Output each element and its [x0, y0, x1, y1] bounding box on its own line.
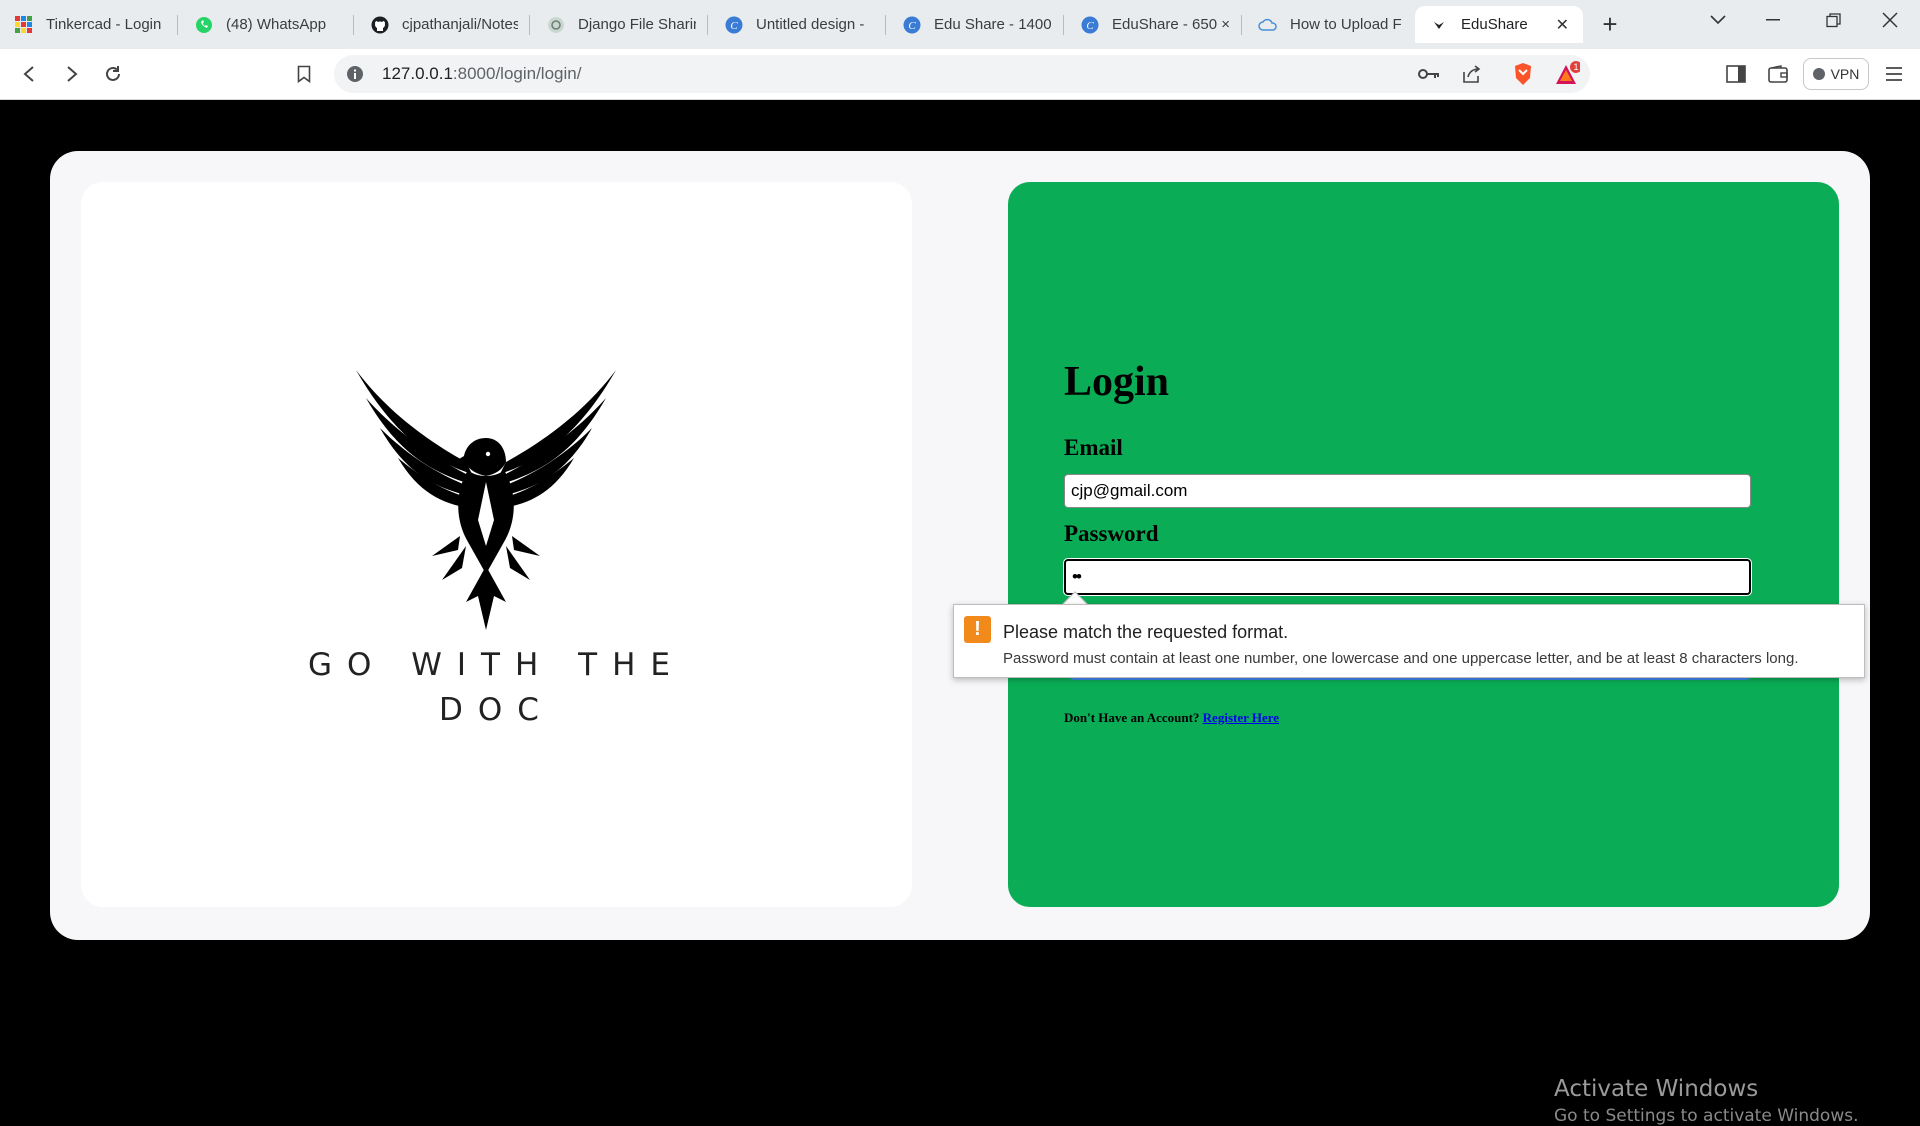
login-card: GO WITH THE DOC Login Email cjp@gmail.co…: [50, 151, 1870, 940]
svg-text:C: C: [1086, 20, 1094, 32]
svg-text:C: C: [908, 20, 916, 32]
password-field[interactable]: ••: [1063, 558, 1752, 596]
warning-icon: !: [964, 616, 991, 643]
url-host: 127.0.0.1: [382, 64, 453, 83]
key-icon[interactable]: [1416, 61, 1442, 87]
reload-icon[interactable]: [98, 59, 128, 89]
restore-icon[interactable]: [1803, 0, 1863, 40]
validation-title: Please match the requested format.: [1003, 622, 1289, 642]
back-icon[interactable]: [14, 59, 44, 89]
tab-title: EduShare: [1461, 16, 1528, 33]
logo-text-line1: GO WITH THE: [307, 647, 685, 683]
register-prompt: Don't Have an Account? Register Here: [1064, 710, 1279, 726]
tab-search-icon[interactable]: [1688, 0, 1748, 40]
vpn-status-icon: [1812, 68, 1825, 80]
chatgpt-icon: [546, 15, 566, 35]
tab-title: Untitled design -: [756, 16, 865, 33]
tab-title: Edu Share - 1400: [934, 16, 1052, 33]
url-text: 127.0.0.1:8000/login/login/: [382, 64, 581, 84]
tab-chatgpt[interactable]: Django File Sharin: [532, 6, 708, 43]
vpn-button[interactable]: VPN: [1803, 58, 1869, 90]
rewards-badge-count: 1: [1573, 62, 1578, 72]
page-viewport: GO WITH THE DOC Login Email cjp@gmail.co…: [0, 101, 1920, 1126]
address-bar[interactable]: 127.0.0.1:8000/login/login/: [334, 55, 1590, 93]
brave-shield-icon[interactable]: [1510, 61, 1536, 87]
watermark-line2: Go to Settings to activate Windows.: [1554, 1106, 1859, 1126]
svg-text:C: C: [730, 20, 738, 32]
tab-tinkercad[interactable]: Tinkercad - Login: [0, 6, 178, 43]
tab-title: Tinkercad - Login: [46, 16, 162, 33]
cloud-icon: [1258, 15, 1278, 35]
tab-github[interactable]: cjpathanjali/Notes: [356, 6, 530, 43]
edushare-icon: [1429, 15, 1449, 35]
register-link[interactable]: Register Here: [1203, 710, 1279, 725]
canva-icon: C: [902, 15, 922, 35]
tab-title: How to Upload Fil: [1290, 16, 1402, 33]
password-label: Password: [1064, 521, 1159, 546]
url-path: :8000/login/login/: [452, 64, 582, 83]
tab-title: cjpathanjali/Notes: [402, 16, 518, 33]
validation-tooltip: ! Please match the requested format. Pas…: [953, 604, 1865, 678]
vpn-label: VPN: [1830, 66, 1860, 82]
logo-text-line2: DOC: [439, 692, 554, 728]
forward-icon[interactable]: [57, 59, 87, 89]
windows-activation-watermark: Activate Windows Go to Settings to activ…: [1554, 1076, 1859, 1126]
brave-rewards-icon[interactable]: 1: [1554, 61, 1580, 87]
canva-icon: C: [1080, 15, 1100, 35]
email-label: Email: [1064, 435, 1123, 460]
github-icon: [370, 15, 390, 35]
tab-edushare-active[interactable]: EduShare ✕: [1415, 6, 1583, 43]
register-prompt-text: Don't Have an Account?: [1064, 710, 1200, 725]
login-form-panel: Login Email cjp@gmail.com Password •• Do…: [1008, 182, 1839, 907]
canva-icon: C: [724, 15, 744, 35]
minimize-icon[interactable]: [1743, 0, 1803, 40]
share-icon[interactable]: [1458, 61, 1484, 87]
eagle-logo-icon: [356, 370, 616, 630]
tab-upload-guide[interactable]: How to Upload Fil: [1244, 6, 1414, 43]
tab-whatsapp[interactable]: (48) WhatsApp: [180, 6, 354, 43]
sidebar-toggle-icon[interactable]: [1723, 61, 1749, 87]
close-icon[interactable]: ✕: [1556, 15, 1569, 35]
menu-icon[interactable]: [1881, 61, 1907, 87]
tab-title: Django File Sharin: [578, 16, 696, 33]
toolbar: 127.0.0.1:8000/login/login/ 1 VPN: [0, 49, 1920, 100]
tab-strip: Tinkercad - Login (48) WhatsApp cjpathan…: [0, 0, 1920, 49]
tab-title: EduShare - 650 ×: [1112, 16, 1230, 33]
window-close-icon[interactable]: [1860, 0, 1920, 40]
bookmark-icon[interactable]: [289, 59, 319, 89]
validation-message: Password must contain at least one numbe…: [1003, 650, 1799, 667]
wallet-icon[interactable]: [1765, 61, 1791, 87]
tab-canva-edushare-650[interactable]: C EduShare - 650 ×: [1066, 6, 1242, 43]
login-title: Login: [1064, 359, 1170, 405]
whatsapp-icon: [194, 15, 214, 35]
site-info-icon[interactable]: [346, 65, 364, 83]
tinkercad-icon: [14, 15, 34, 35]
tab-canva-untitled[interactable]: C Untitled design -: [710, 6, 886, 43]
tab-title: (48) WhatsApp: [226, 16, 327, 33]
brand-panel: GO WITH THE DOC: [81, 182, 912, 907]
email-field[interactable]: cjp@gmail.com: [1064, 474, 1751, 508]
new-tab-button[interactable]: +: [1594, 8, 1626, 40]
tab-canva-edushare-1400[interactable]: C Edu Share - 1400: [888, 6, 1064, 43]
